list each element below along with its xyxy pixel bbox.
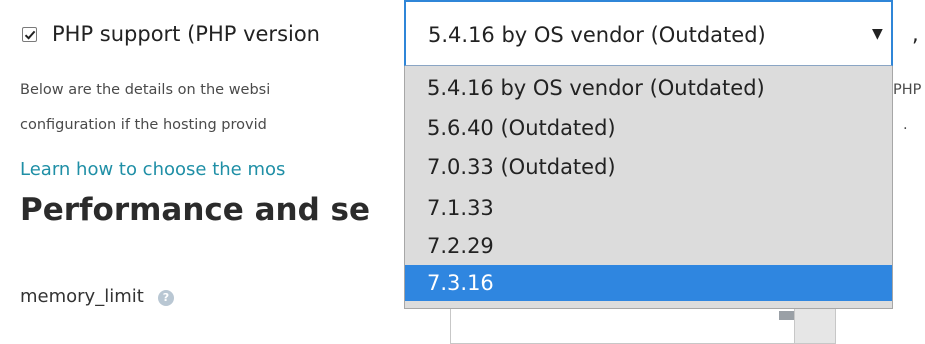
php-version-option[interactable]: 7.1.33 xyxy=(405,190,892,226)
php-version-option[interactable]: 5.6.40 (Outdated) xyxy=(405,110,892,146)
description-line-1-tail: PHP xyxy=(893,82,922,98)
php-support-label: PHP support (PHP version xyxy=(52,22,320,46)
php-version-option[interactable]: 5.4.16 by OS vendor (Outdated) xyxy=(405,70,892,106)
php-version-dropdown-list: 5.4.16 by OS vendor (Outdated) 5.6.40 (O… xyxy=(404,66,893,309)
php-version-select-value: 5.4.16 by OS vendor (Outdated) xyxy=(428,23,766,47)
help-icon[interactable]: ? xyxy=(158,290,174,306)
php-version-select[interactable]: 5.4.16 by OS vendor (Outdated) ▼ xyxy=(404,0,893,66)
description-line-2: configuration if the hosting provid xyxy=(20,117,267,133)
php-version-option[interactable]: 7.2.29 xyxy=(405,228,892,264)
learn-php-version-link[interactable]: Learn how to choose the mos xyxy=(20,159,285,180)
memory-limit-select[interactable] xyxy=(450,304,836,344)
description-line-2-tail: . xyxy=(903,117,908,133)
memory-limit-label: memory_limit xyxy=(20,286,144,307)
chevron-down-icon: ▼ xyxy=(872,26,883,42)
checkmark-icon xyxy=(24,30,36,40)
php-support-checkbox[interactable] xyxy=(22,27,37,42)
description-line-1: Below are the details on the websi xyxy=(20,82,271,98)
php-version-option[interactable]: 7.0.33 (Outdated) xyxy=(405,149,892,185)
php-version-option-highlighted[interactable]: 7.3.16 xyxy=(405,265,892,301)
performance-section-title: Performance and se xyxy=(20,192,371,228)
memory-limit-default-button[interactable] xyxy=(794,305,835,343)
php-support-trailing-text: , ru xyxy=(912,22,925,46)
